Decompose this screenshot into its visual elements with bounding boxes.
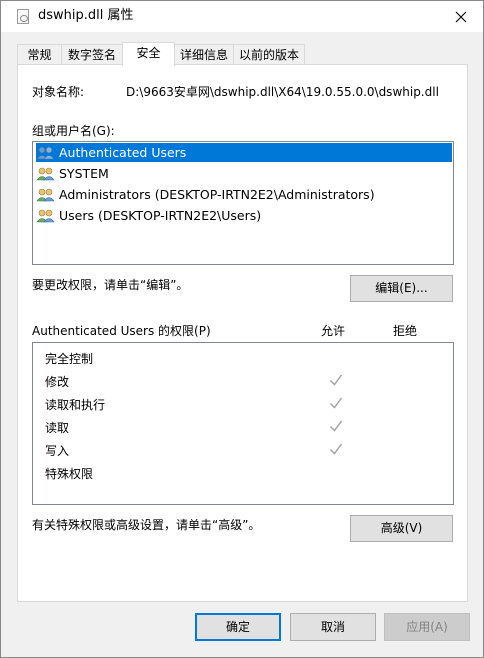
ok-button[interactable]: 确定 [195,613,281,641]
allow-check-icon [330,374,343,386]
edit-button[interactable]: 编辑(E)... [350,275,453,302]
close-icon [455,11,467,22]
permission-name: 完全控制 [45,352,94,366]
user-name: Authenticated Users [59,145,187,160]
allow-check-icon [330,443,343,455]
users-listbox[interactable]: Authenticated Users SYSTEM Administrator… [32,141,454,265]
allow-check-icon [330,397,343,409]
user-name: Users (DESKTOP-IRTN2E2\Users) [59,208,262,223]
file-icon [17,9,29,24]
user-name: Administrators (DESKTOP-IRTN2E2\Administ… [59,187,375,202]
permission-row: 特殊权限 [45,463,445,483]
users-group-icon [36,167,55,180]
list-item-system[interactable]: SYSTEM [36,164,452,183]
tab-details[interactable]: 详细信息 [174,44,234,65]
allow-column-header: 允许 [321,324,346,338]
tab-general[interactable]: 常规 [17,44,62,65]
allow-check-icon [330,420,343,432]
permission-row: 修改 [45,371,445,391]
window-title: dswhip.dll 属性 [38,8,134,23]
tab-digital-signatures[interactable]: 数字签名 [61,44,123,65]
permission-name: 读取 [45,421,70,435]
user-name: SYSTEM [59,166,109,181]
list-item-administrators[interactable]: Administrators (DESKTOP-IRTN2E2\Administ… [36,185,452,204]
permission-name: 写入 [45,444,70,458]
permission-name: 特殊权限 [45,467,94,481]
permission-row: 写入 [45,440,445,460]
title-bar: dswhip.dll 属性 [1,1,483,32]
object-name-label: 对象名称: [32,85,85,99]
object-name-value: D:\9663安卓网\dswhip.dll\X64\19.0.55.0.0\ds… [126,85,439,99]
permission-row: 读取 [45,417,445,437]
users-group-icon [36,146,55,159]
advanced-hint: 有关特殊权限或高级设置，请单击“高级”。 [32,518,261,532]
permission-row: 完全控制 [45,348,445,368]
advanced-button[interactable]: 高级(V) [350,515,453,542]
permissions-list: 完全控制 修改 读取和执行 读取 写入 特殊权限 [32,342,454,505]
users-group-icon [36,209,55,222]
users-group-icon [36,188,55,201]
list-item-authenticated-users[interactable]: Authenticated Users [36,143,452,162]
permission-row: 读取和执行 [45,394,445,414]
apply-button[interactable]: 应用(A) [384,613,470,641]
permissions-title: Authenticated Users 的权限(P) [32,324,211,338]
tab-previous-versions[interactable]: 以前的版本 [233,44,305,65]
list-item-users[interactable]: Users (DESKTOP-IRTN2E2\Users) [36,206,452,225]
properties-dialog: dswhip.dll 属性 常规 数字签名 安全 详细信息 以前的版本 对象名称… [0,0,484,658]
deny-column-header: 拒绝 [393,324,418,338]
security-panel: 对象名称: D:\9663安卓网\dswhip.dll\X64\19.0.55.… [17,64,468,602]
edit-hint: 要更改权限，请单击“编辑”。 [32,278,189,292]
group-label: 组或用户名(G): [32,124,115,138]
permission-name: 修改 [45,375,70,389]
permission-name: 读取和执行 [45,398,106,412]
close-button[interactable] [439,1,483,32]
cancel-button[interactable]: 取消 [290,613,376,641]
tab-security[interactable]: 安全 [122,42,175,66]
tab-strip: 常规 数字签名 安全 详细信息 以前的版本 [17,42,467,66]
